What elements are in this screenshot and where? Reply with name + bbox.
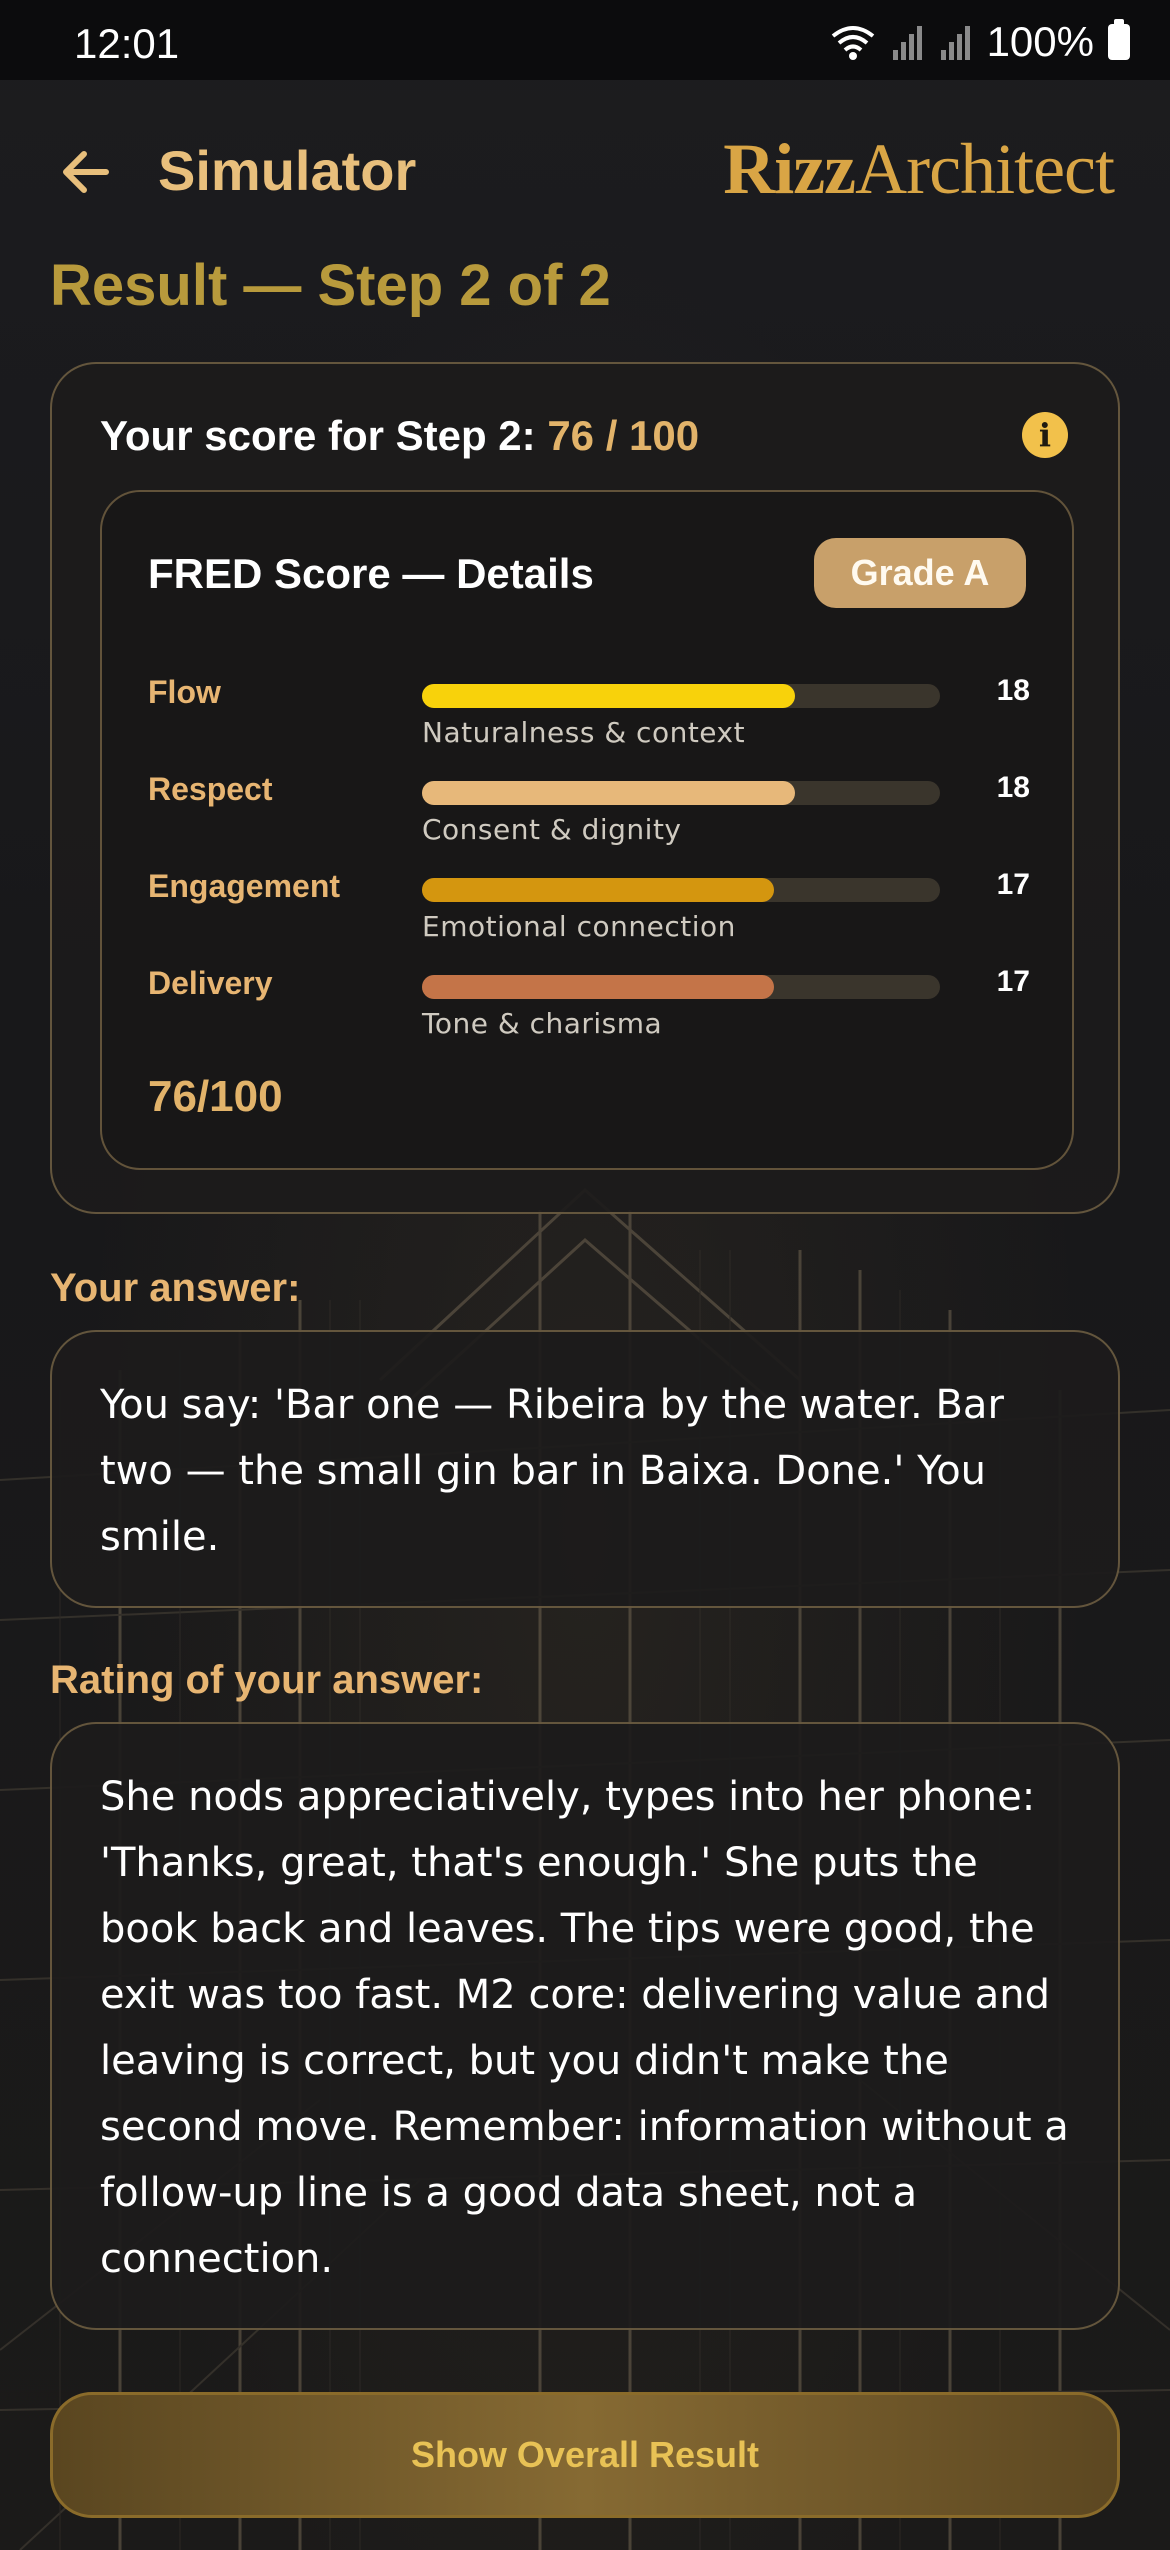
page-title: Result — Step 2 of 2 (50, 253, 611, 318)
metric-delivery: Delivery 17 Tone & charisma (148, 965, 1030, 1045)
metric-track (422, 684, 940, 708)
logo-part-architect: Architect (855, 129, 1115, 209)
app-logo: RizzArchitect (723, 128, 1115, 211)
signal-icon-2 (940, 26, 970, 60)
metric-label: Delivery (148, 965, 273, 1001)
metric-description: Tone & charisma (422, 1007, 663, 1040)
back-button[interactable] (52, 138, 120, 206)
fred-title: FRED Score — Details (148, 550, 594, 597)
step-score: Your score for Step 2: 76 / 100 (100, 412, 699, 460)
app-header: Simulator RizzArchitect (0, 120, 1170, 220)
metric-label: Flow (148, 674, 221, 710)
metric-value: 17 (996, 965, 1030, 998)
metric-bar-fill (422, 878, 775, 902)
battery-icon (1108, 19, 1130, 60)
metric-description: Emotional connection (422, 910, 736, 943)
battery-percent: 100% (986, 18, 1094, 65)
metric-description: Consent & dignity (422, 813, 682, 846)
header-title: Simulator (158, 139, 417, 202)
metric-value: 18 (996, 771, 1030, 804)
show-overall-result-button[interactable]: Show Overall Result (50, 2392, 1120, 2518)
signal-icon (892, 26, 922, 60)
metric-description: Naturalness & context (422, 716, 746, 749)
fred-total-score: 76/100 (148, 1072, 283, 1121)
grade-badge: Grade A (814, 538, 1026, 608)
answer-label: Your answer: (50, 1266, 301, 1310)
rating-label: Rating of your answer: (50, 1658, 484, 1702)
metric-track (422, 781, 940, 805)
metric-track (422, 975, 940, 999)
metric-respect: Respect 18 Consent & dignity (148, 771, 1030, 851)
answer-text: You say: 'Bar one — Ribeira by the water… (100, 1382, 1004, 1560)
info-icon[interactable]: i (1022, 412, 1068, 458)
metric-bar-fill (422, 781, 795, 805)
result-page: 12:01 100% Simulator RizzArchitect Resul… (0, 0, 1170, 2550)
wifi-icon (831, 26, 874, 60)
metric-bar-fill (422, 684, 795, 708)
metric-bar-fill (422, 975, 775, 999)
answer-card: You say: 'Bar one — Ribeira by the water… (50, 1330, 1120, 1608)
metric-value: 17 (996, 868, 1030, 901)
rating-card: She nods appreciatively, types into her … (50, 1722, 1120, 2330)
step-score-label: Your score for Step 2: (100, 412, 548, 459)
metric-label: Engagement (148, 868, 341, 904)
metric-flow: Flow 18 Naturalness & context (148, 674, 1030, 754)
rating-text: She nods appreciatively, types into her … (100, 1774, 1069, 2282)
metric-engagement: Engagement 17 Emotional connection (148, 868, 1030, 948)
score-card: Your score for Step 2: 76 / 100 i FRED S… (50, 362, 1120, 1214)
metric-label: Respect (148, 771, 273, 807)
metric-value: 18 (996, 674, 1030, 707)
status-indicators: 100% (829, 18, 1130, 66)
step-score-value: 76 / 100 (547, 412, 700, 459)
metric-track (422, 878, 940, 902)
logo-part-rizz: Rizz (723, 129, 856, 209)
status-time: 12:01 (74, 20, 180, 67)
arrow-left-icon (63, 151, 109, 193)
status-bar: 12:01 100% (0, 0, 1170, 80)
fred-details-card: FRED Score — Details Grade A Flow 18 Nat… (100, 490, 1074, 1170)
